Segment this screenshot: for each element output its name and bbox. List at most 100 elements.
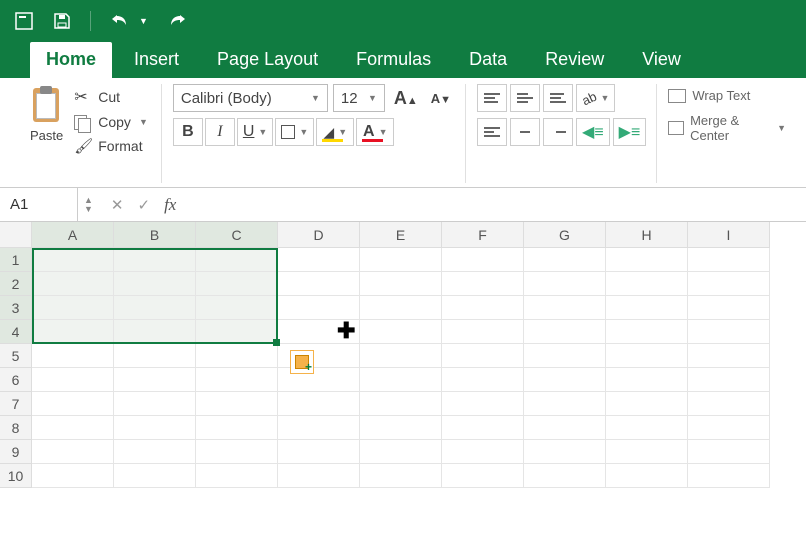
decrease-indent-button[interactable]: ◀≡ xyxy=(576,118,610,146)
cell[interactable] xyxy=(278,464,360,488)
align-left-button[interactable] xyxy=(477,118,507,146)
cell[interactable] xyxy=(114,296,196,320)
cell[interactable] xyxy=(524,248,606,272)
increase-indent-button[interactable]: ▶≡ xyxy=(613,118,647,146)
cell[interactable] xyxy=(32,416,114,440)
name-box-stepper[interactable]: ▲▼ xyxy=(78,196,99,214)
cell[interactable] xyxy=(32,344,114,368)
cell[interactable] xyxy=(606,296,688,320)
cell[interactable] xyxy=(196,368,278,392)
cell[interactable] xyxy=(196,416,278,440)
cell[interactable] xyxy=(442,272,524,296)
tab-insert[interactable]: Insert xyxy=(118,42,195,78)
tab-view[interactable]: View xyxy=(626,42,697,78)
cell[interactable] xyxy=(360,248,442,272)
cell[interactable] xyxy=(32,248,114,272)
cell[interactable] xyxy=(442,416,524,440)
align-bottom-button[interactable] xyxy=(543,84,573,112)
cell[interactable] xyxy=(688,296,770,320)
column-header[interactable]: B xyxy=(114,222,196,248)
cell[interactable] xyxy=(360,440,442,464)
row-header[interactable]: 5 xyxy=(0,344,32,368)
cell[interactable] xyxy=(196,296,278,320)
column-header[interactable]: A xyxy=(32,222,114,248)
cell[interactable] xyxy=(442,344,524,368)
cell[interactable] xyxy=(688,272,770,296)
wrap-text-button[interactable]: Wrap Text xyxy=(668,88,786,103)
cell[interactable] xyxy=(524,272,606,296)
italic-button[interactable]: I xyxy=(205,118,235,146)
cell[interactable] xyxy=(278,392,360,416)
cell[interactable] xyxy=(278,272,360,296)
column-header[interactable]: F xyxy=(442,222,524,248)
cell[interactable] xyxy=(32,440,114,464)
cell[interactable] xyxy=(606,272,688,296)
cell[interactable] xyxy=(114,248,196,272)
tab-page-layout[interactable]: Page Layout xyxy=(201,42,334,78)
row-header[interactable]: 10 xyxy=(0,464,32,488)
file-icon[interactable] xyxy=(14,11,34,31)
fill-color-button[interactable]: ◢ ▼ xyxy=(316,118,354,146)
cell[interactable] xyxy=(196,464,278,488)
cell[interactable] xyxy=(196,344,278,368)
cell[interactable] xyxy=(524,320,606,344)
grow-font-button[interactable]: A▲ xyxy=(390,85,422,112)
shrink-font-button[interactable]: A▼ xyxy=(427,88,455,109)
cell[interactable] xyxy=(360,392,442,416)
column-header[interactable]: E xyxy=(360,222,442,248)
cell[interactable] xyxy=(606,248,688,272)
column-header[interactable]: I xyxy=(688,222,770,248)
tab-home[interactable]: Home xyxy=(30,42,112,78)
column-header[interactable]: D xyxy=(278,222,360,248)
cell[interactable] xyxy=(32,392,114,416)
cell[interactable] xyxy=(196,392,278,416)
cut-button[interactable]: ✂ Cut xyxy=(71,86,151,108)
cell[interactable] xyxy=(114,392,196,416)
align-top-button[interactable] xyxy=(477,84,507,112)
cell[interactable] xyxy=(278,248,360,272)
merge-center-button[interactable]: Merge & Center ▼ xyxy=(668,113,786,143)
insert-options-button[interactable] xyxy=(290,350,314,374)
cell[interactable] xyxy=(196,272,278,296)
cell[interactable] xyxy=(360,464,442,488)
cell[interactable] xyxy=(114,440,196,464)
cell[interactable] xyxy=(688,440,770,464)
row-header[interactable]: 4 xyxy=(0,320,32,344)
cell[interactable] xyxy=(606,440,688,464)
cell[interactable] xyxy=(688,320,770,344)
tab-formulas[interactable]: Formulas xyxy=(340,42,447,78)
cell[interactable] xyxy=(196,320,278,344)
cell[interactable] xyxy=(442,248,524,272)
spreadsheet-grid[interactable]: A B C D E F G H I 1 2 3 4 5 6 7 8 9 10 xyxy=(0,222,806,488)
cell[interactable] xyxy=(606,416,688,440)
fx-icon[interactable]: fx xyxy=(164,195,176,215)
cell[interactable] xyxy=(32,272,114,296)
cell[interactable] xyxy=(688,416,770,440)
row-header[interactable]: 1 xyxy=(0,248,32,272)
cell[interactable] xyxy=(606,344,688,368)
cell[interactable] xyxy=(196,248,278,272)
cell[interactable] xyxy=(114,344,196,368)
cell[interactable] xyxy=(524,392,606,416)
row-header[interactable]: 6 xyxy=(0,368,32,392)
redo-icon[interactable] xyxy=(166,11,188,31)
column-header[interactable]: H xyxy=(606,222,688,248)
cell[interactable] xyxy=(442,296,524,320)
save-icon[interactable] xyxy=(52,11,72,31)
cell[interactable] xyxy=(32,296,114,320)
cell[interactable] xyxy=(524,344,606,368)
cell[interactable] xyxy=(114,272,196,296)
cell[interactable] xyxy=(278,416,360,440)
cell[interactable] xyxy=(688,248,770,272)
cell[interactable] xyxy=(688,344,770,368)
align-right-button[interactable] xyxy=(543,118,573,146)
cell[interactable] xyxy=(114,368,196,392)
font-size-select[interactable]: 12 ▼ xyxy=(333,84,385,112)
cell[interactable] xyxy=(442,392,524,416)
cell[interactable] xyxy=(32,464,114,488)
cell[interactable] xyxy=(524,416,606,440)
cell[interactable] xyxy=(442,464,524,488)
bold-button[interactable]: B xyxy=(173,118,203,146)
cell[interactable] xyxy=(32,320,114,344)
align-middle-button[interactable] xyxy=(510,84,540,112)
